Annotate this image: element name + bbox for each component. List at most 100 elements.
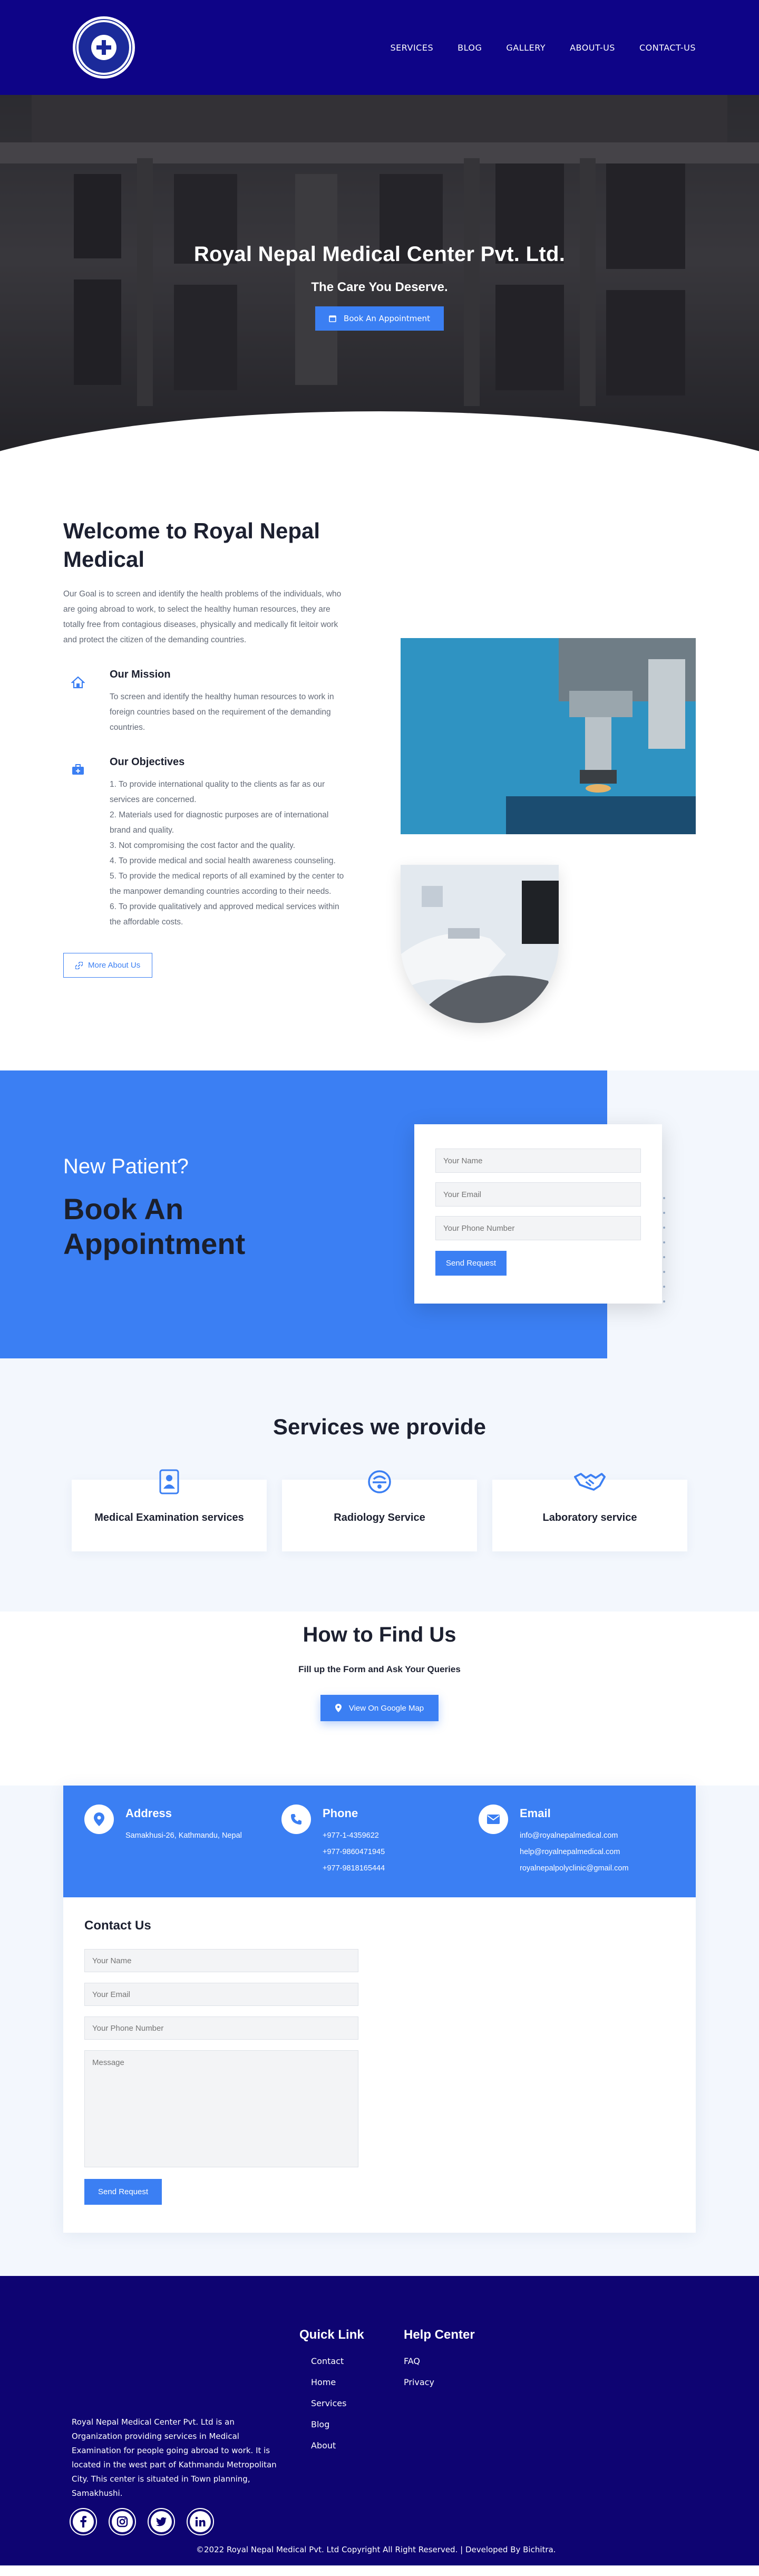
objective-item: 6. To provide qualitatively and approved… (110, 902, 339, 927)
contact-name-input[interactable] (84, 1949, 358, 1972)
service-label: Medical Examination services (94, 1512, 244, 1523)
nav-blog[interactable]: BLOG (458, 43, 482, 53)
google-map-button[interactable]: View On Google Map (320, 1695, 439, 1721)
main-nav: SERVICES BLOG GALLERY ABOUT-US CONTACT-U… (390, 43, 696, 53)
service-card[interactable]: Laboratory service (492, 1473, 687, 1551)
welcome-content: Welcome to Royal Nepal Medical Our Goal … (63, 517, 348, 978)
quick-links: Quick Link Contact Home Services Blog Ab… (299, 2328, 364, 2456)
microscope-image (401, 638, 696, 834)
find-us-section: How to Find Us Fill up the Form and Ask … (0, 1612, 759, 1786)
mission-title: Our Mission (110, 669, 171, 680)
service-card[interactable]: Medical Examination services (72, 1469, 267, 1551)
service-card[interactable]: Radiology Service (282, 1470, 477, 1551)
nav-services[interactable]: SERVICES (390, 43, 433, 53)
phone-number[interactable]: +977-9818165444 (323, 1860, 385, 1877)
appointment-phone-input[interactable] (435, 1216, 641, 1240)
hero-title: Royal Nepal Medical Center Pvt. Ltd. (193, 243, 566, 266)
appointment-send-button[interactable]: Send Request (435, 1251, 507, 1276)
appointment-title: Book An Appointment (63, 1192, 246, 1260)
logo-emblem (76, 20, 131, 75)
contact-heading: Contact Us (84, 1918, 151, 1933)
objective-item: 4. To provide medical and social health … (110, 856, 336, 865)
find-us-subtitle: Fill up the Form and Ask Your Queries (298, 1664, 461, 1674)
instagram-icon[interactable] (109, 2508, 136, 2535)
copyright-text: ©2022 Royal Nepal Medical Pvt. Ltd Copyr… (196, 2545, 556, 2554)
envelope-icon (479, 1805, 508, 1834)
contact-phone-input[interactable] (84, 2017, 358, 2040)
more-about-us-label: More About Us (88, 961, 141, 970)
contact-section: Address Samakhusi-26, Kathmandu, Nepal P… (0, 1786, 759, 2276)
appointment-section: New Patient? Book An Appointment Send Re… (0, 1070, 759, 1358)
address-title: Address (125, 1807, 172, 1820)
help-center-title: Help Center (404, 2328, 475, 2342)
medical-kit-icon (69, 760, 87, 779)
address-info: Address Samakhusi-26, Kathmandu, Nepal (84, 1805, 242, 1844)
id-badge-icon (153, 1466, 185, 1498)
quick-links-title: Quick Link (299, 2328, 364, 2342)
nav-gallery[interactable]: GALLERY (506, 43, 546, 53)
footer-link-services[interactable]: Services (311, 2393, 364, 2414)
contact-email-input[interactable] (84, 1983, 358, 2006)
calendar-icon (329, 315, 336, 322)
home-icon (69, 673, 87, 692)
hero-content: Royal Nepal Medical Center Pvt. Ltd. The… (0, 243, 759, 331)
service-label: Radiology Service (334, 1512, 425, 1523)
footer-link-faq[interactable]: FAQ (404, 2351, 475, 2372)
welcome-section: Welcome to Royal Nepal Medical Our Goal … (0, 459, 759, 1070)
contact-message-input[interactable] (84, 2050, 358, 2167)
dental-clinic-image (401, 865, 559, 1023)
welcome-title: Welcome to Royal Nepal Medical (63, 518, 320, 572)
phone-number[interactable]: +977-9860471945 (323, 1844, 385, 1860)
map-pin-icon (84, 1805, 114, 1834)
contact-info-band: Address Samakhusi-26, Kathmandu, Nepal P… (63, 1786, 696, 1897)
services-section: Services we provide Medical Examination … (0, 1358, 759, 1612)
link-icon (75, 961, 83, 969)
navbar: SERVICES BLOG GALLERY ABOUT-US CONTACT-U… (0, 0, 759, 95)
objective-item: 3. Not compromising the cost factor and … (110, 841, 296, 850)
book-appointment-label: Book An Appointment (344, 314, 430, 323)
mission-block: Our Mission To screen and identify the h… (63, 669, 348, 735)
footer-link-about[interactable]: About (311, 2435, 364, 2456)
find-us-title: How to Find Us (303, 1623, 456, 1646)
book-appointment-button[interactable]: Book An Appointment (315, 306, 444, 331)
contact-send-button[interactable]: Send Request (84, 2179, 162, 2205)
footer-link-contact[interactable]: Contact (311, 2351, 364, 2372)
logo[interactable] (73, 16, 135, 79)
objective-item: 5. To provide the medical reports of all… (110, 872, 344, 896)
mission-text: To screen and identify the healthy human… (110, 692, 334, 732)
hero-subtitle: The Care You Deserve. (311, 280, 448, 294)
objectives-list: 1. To provide international quality to t… (110, 777, 348, 930)
medical-cross-icon (91, 35, 116, 60)
appointment-subtitle: New Patient? (63, 1155, 189, 1178)
help-center: Help Center FAQ Privacy (404, 2328, 475, 2393)
appointment-email-input[interactable] (435, 1182, 641, 1207)
contact-box: Address Samakhusi-26, Kathmandu, Nepal P… (63, 1786, 696, 2233)
google-map-label: View On Google Map (348, 1703, 424, 1713)
footer-link-blog[interactable]: Blog (311, 2414, 364, 2435)
email-info: Email info@royalnepalmedical.com help@ro… (479, 1805, 629, 1877)
more-about-us-button[interactable]: More About Us (63, 953, 153, 978)
objective-item: 2. Materials used for diagnostic purpose… (110, 811, 329, 835)
email-address[interactable]: help@royalnepalmedical.com (520, 1844, 629, 1860)
phone-info: Phone +977-1-4359622 +977-9860471945 +97… (281, 1805, 385, 1877)
linkedin-icon[interactable] (187, 2508, 214, 2535)
nav-about-us[interactable]: ABOUT-US (570, 43, 615, 53)
footer-link-privacy[interactable]: Privacy (404, 2372, 475, 2393)
objectives-title: Our Objectives (110, 756, 185, 768)
service-label: Laboratory service (542, 1512, 637, 1523)
nav-contact-us[interactable]: CONTACT-US (639, 43, 696, 53)
objective-item: 1. To provide international quality to t… (110, 780, 325, 804)
footer-about-text: Royal Nepal Medical Center Pvt. Ltd is a… (72, 2417, 277, 2498)
social-links (70, 2508, 214, 2535)
radiology-icon (364, 1466, 395, 1498)
facebook-icon[interactable] (70, 2508, 97, 2535)
twitter-icon[interactable] (148, 2508, 175, 2535)
footer-link-home[interactable]: Home (311, 2372, 364, 2393)
email-address[interactable]: royalnepalpolyclinic@gmail.com (520, 1860, 629, 1877)
phone-number[interactable]: +977-1-4359622 (323, 1828, 385, 1844)
email-address[interactable]: info@royalnepalmedical.com (520, 1828, 629, 1844)
services-title: Services we provide (273, 1414, 486, 1439)
objectives-block: Our Objectives 1. To provide internation… (63, 756, 348, 930)
phone-title: Phone (323, 1807, 358, 1820)
appointment-name-input[interactable] (435, 1149, 641, 1173)
